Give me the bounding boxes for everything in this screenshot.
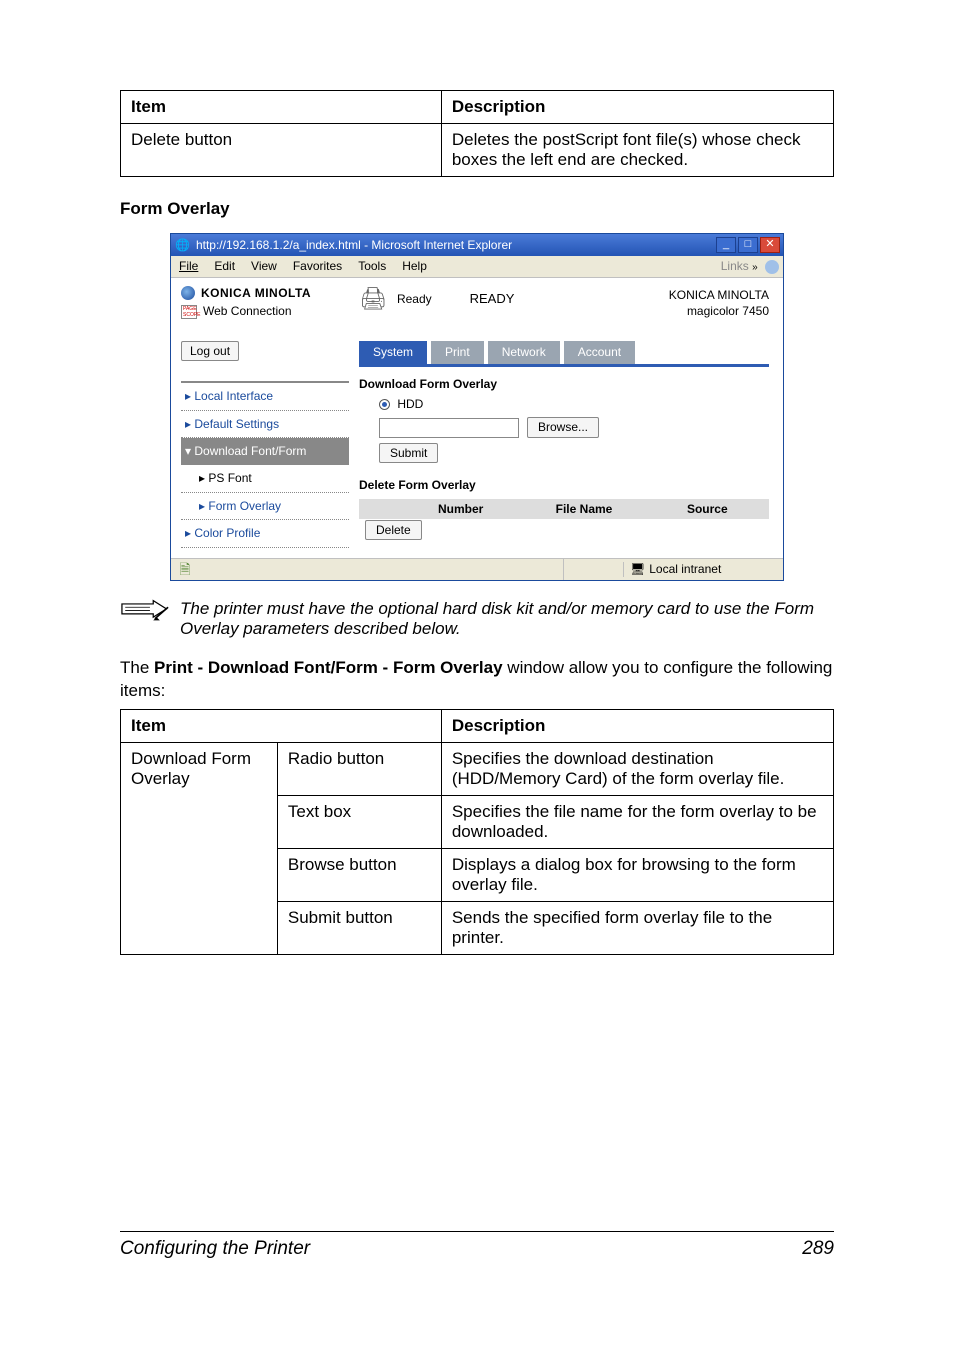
brand-text: KONICA MINOLTA [201, 286, 311, 300]
tab-account[interactable]: Account [564, 341, 635, 363]
web-connection-row: Web Connection [181, 304, 349, 318]
links-globe-icon [765, 260, 779, 274]
minimize-button[interactable]: _ [716, 237, 736, 253]
page-footer: Configuring the Printer 289 [120, 1231, 834, 1260]
desc-cell: Displays a dialog box for browsing to th… [441, 848, 833, 901]
nav-default-settings[interactable]: ▸ Default Settings [181, 411, 349, 438]
table-row: Delete button Deletes the postScript fon… [121, 124, 834, 177]
left-nav: ▸ Local Interface ▸ Default Settings ▾ D… [181, 381, 349, 547]
table-row: Download Form Overlay Radio button Speci… [121, 742, 834, 795]
nav-local-interface[interactable]: ▸ Local Interface [181, 383, 349, 410]
footer-title: Configuring the Printer [120, 1238, 310, 1260]
intro-paragraph: The Print - Download Font/Form - Form Ov… [120, 657, 834, 703]
delete-table-header: Number File Name Source [359, 499, 769, 519]
close-button[interactable]: ✕ [760, 237, 780, 253]
tab-network[interactable]: Network [488, 341, 560, 363]
group-cell: Download Form Overlay [121, 742, 278, 954]
tab-underline [359, 364, 769, 367]
done-icon: 🗎 [179, 561, 190, 578]
form-overlay-params-table: Item Description Download Form Overlay R… [120, 709, 834, 955]
delete-form-overlay-heading: Delete Form Overlay [359, 478, 769, 492]
footer-page-number: 289 [802, 1238, 834, 1260]
menu-edit[interactable]: Edit [206, 259, 243, 273]
nav-form-overlay[interactable]: ▸ Form Overlay [181, 493, 349, 520]
web-connection-label: Web Connection [203, 304, 292, 318]
nav-ps-font[interactable]: ▸ PS Font [181, 465, 349, 492]
browser-menubar: File Edit View Favorites Tools Help Link… [171, 256, 783, 278]
note-text: The printer must have the optional hard … [180, 599, 834, 639]
links-label: Links » [721, 259, 783, 274]
delete-button[interactable]: Delete [365, 520, 422, 540]
section-heading-form-overlay: Form Overlay [120, 199, 834, 219]
cell-desc: Deletes the postScript font file(s) whos… [441, 124, 833, 177]
window-titlebar: 🌐 http://192.168.1.2/a_index.html - Micr… [171, 234, 783, 256]
window-title: http://192.168.1.2/a_index.html - Micros… [190, 238, 716, 252]
nav-color-profile[interactable]: ▸ Color Profile [181, 520, 349, 547]
nav-download-font-form[interactable]: ▾ Download Font/Form [181, 438, 349, 465]
logout-button[interactable]: Log out [181, 341, 239, 361]
browser-statusbar: 🗎 🖥 Local intranet [171, 558, 783, 580]
menu-tools[interactable]: Tools [350, 259, 394, 273]
menu-favorites[interactable]: Favorites [285, 259, 350, 273]
delete-button-table: Item Description Delete button Deletes t… [120, 90, 834, 177]
printer-icon: 🖨 [359, 286, 387, 312]
note-icon [120, 599, 170, 632]
chevron-right-icon: » [752, 262, 758, 273]
zone-icon: 🖥 [630, 562, 645, 576]
browse-button[interactable]: Browse... [527, 417, 599, 437]
download-form-overlay-heading: Download Form Overlay [359, 377, 769, 391]
radio-selected-icon [379, 399, 390, 410]
subitem-cell: Submit button [277, 901, 441, 954]
col-desc-head: Description [441, 709, 833, 742]
desc-cell: Specifies the download destination (HDD/… [441, 742, 833, 795]
hdd-radio[interactable]: HDD [379, 397, 769, 411]
col-item-head: Item [121, 91, 442, 124]
ready-status: READY [470, 291, 515, 307]
ready-label: Ready [397, 292, 432, 306]
desc-cell: Specifies the file name for the form ove… [441, 795, 833, 848]
col-item-head: Item [121, 709, 442, 742]
col-desc-head: Description [441, 91, 833, 124]
model-info: KONICA MINOLTA magicolor 7450 [669, 286, 769, 319]
subitem-cell: Text box [277, 795, 441, 848]
konica-logo-icon [181, 286, 195, 300]
ie-icon: 🌐 [171, 238, 190, 252]
submit-button[interactable]: Submit [379, 443, 438, 463]
menu-help[interactable]: Help [394, 259, 435, 273]
subitem-cell: Radio button [277, 742, 441, 795]
tab-print[interactable]: Print [431, 341, 484, 363]
file-path-input[interactable] [379, 418, 519, 438]
menu-file[interactable]: File [171, 259, 206, 273]
desc-cell: Sends the specified form overlay file to… [441, 901, 833, 954]
note-block: The printer must have the optional hard … [120, 599, 834, 639]
subitem-cell: Browse button [277, 848, 441, 901]
tab-system[interactable]: System [359, 341, 427, 363]
pagescope-icon [181, 305, 197, 319]
menu-view[interactable]: View [243, 259, 285, 273]
maximize-button[interactable]: □ [738, 237, 758, 253]
embedded-screenshot: 🌐 http://192.168.1.2/a_index.html - Micr… [170, 233, 784, 581]
zone-label: Local intranet [649, 562, 721, 576]
brand-row: KONICA MINOLTA [181, 286, 349, 300]
cell-item: Delete button [121, 124, 442, 177]
